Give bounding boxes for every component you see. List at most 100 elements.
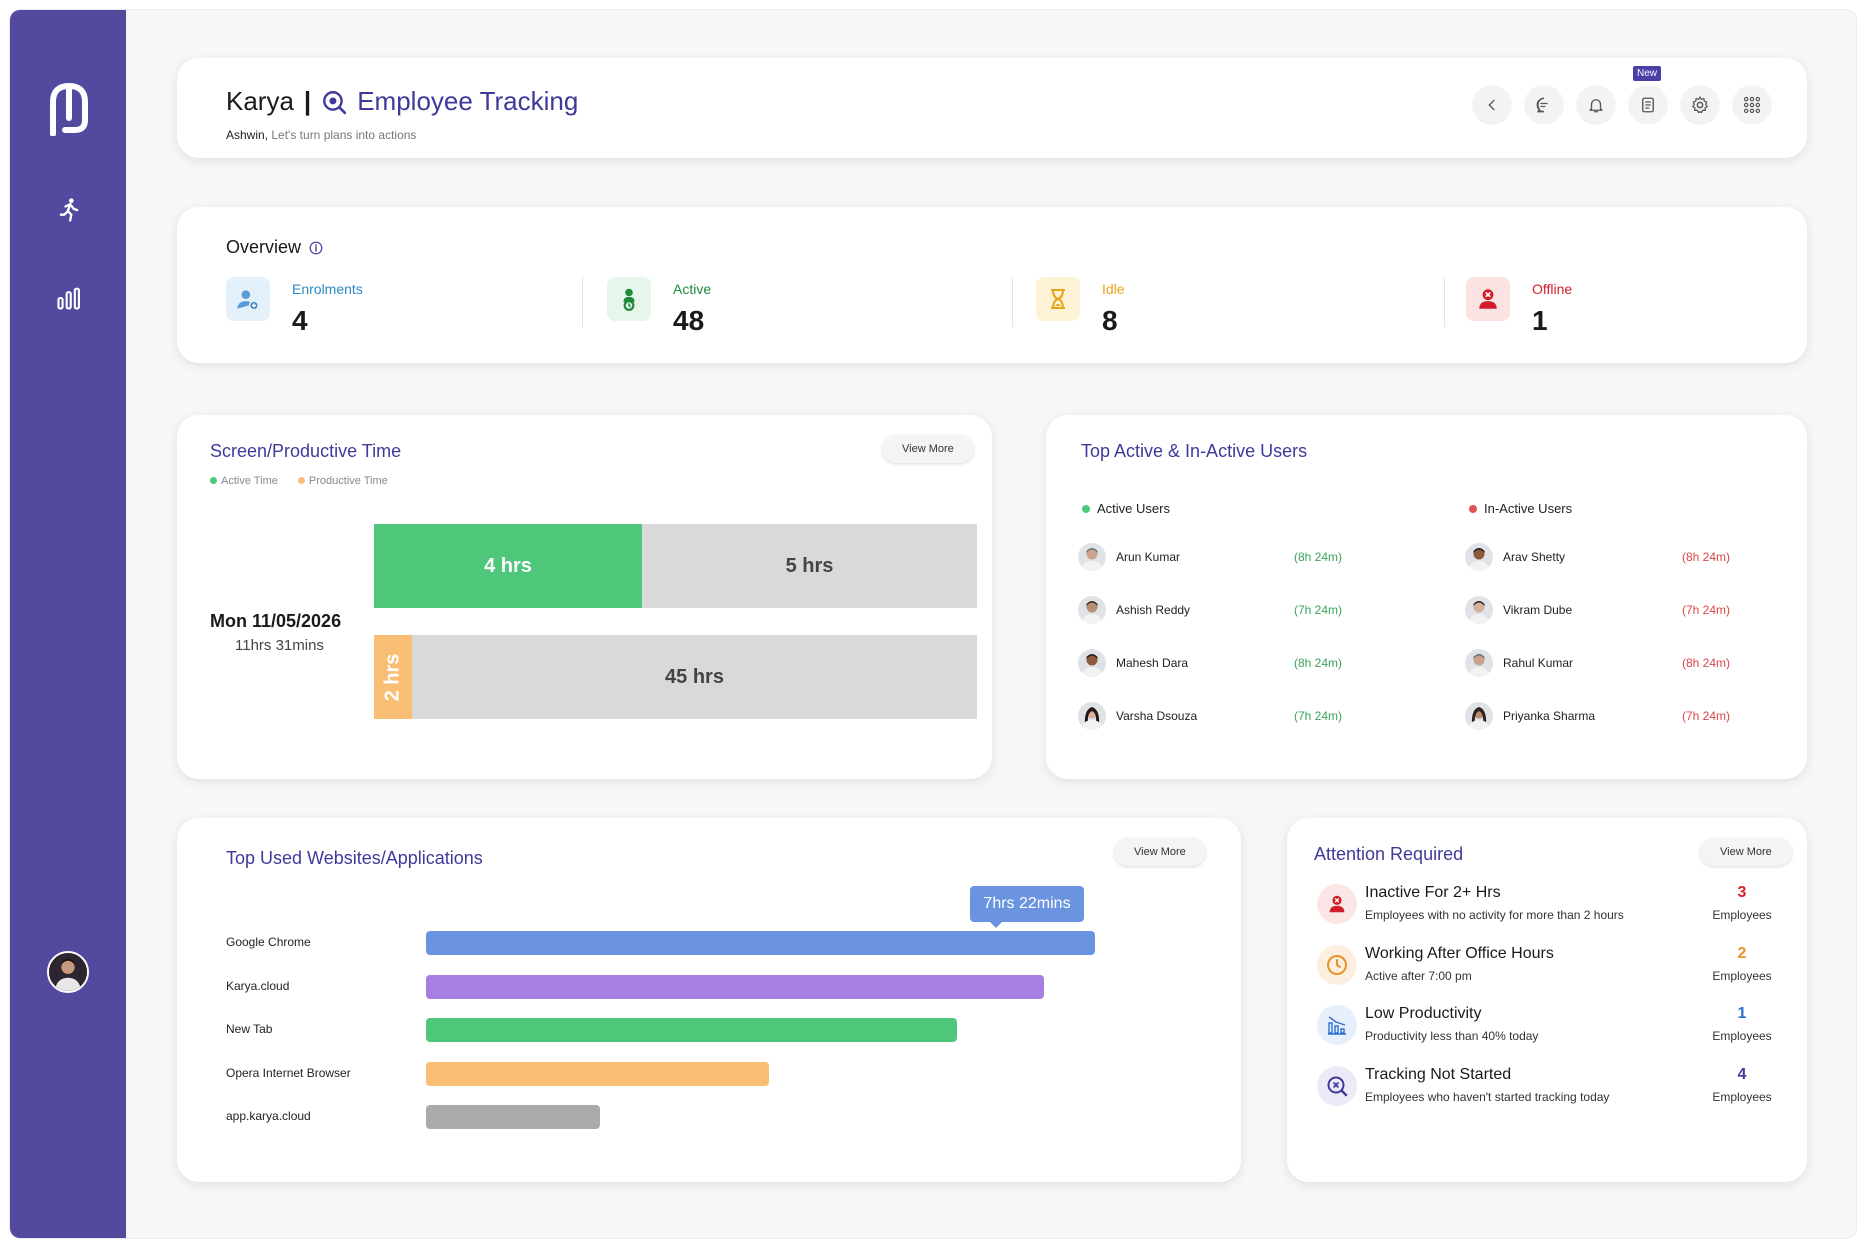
stat-value: 1 xyxy=(1532,305,1548,336)
user-time: (8h 24m) xyxy=(1682,550,1731,564)
user-row[interactable]: Arav Shetty xyxy=(1465,543,1565,571)
stat-label: Enrolments xyxy=(292,281,363,297)
stat-value: 4 xyxy=(292,305,308,336)
active-time-bar[interactable]: 4 hrs xyxy=(374,524,642,608)
title-separator: | xyxy=(303,86,312,116)
user-row[interactable]: Varsha Dsouza xyxy=(1078,702,1197,730)
website-label: Opera Internet Browser xyxy=(226,1065,351,1080)
stat-label: Offline xyxy=(1532,281,1573,297)
user-avatar xyxy=(1465,543,1493,571)
divider xyxy=(1012,277,1013,327)
chevron-left-icon xyxy=(1488,99,1495,111)
search-x-icon xyxy=(1317,1065,1357,1106)
bell-icon xyxy=(1589,99,1603,113)
notifications-button[interactable] xyxy=(1576,85,1616,125)
user-time: (8h 24m) xyxy=(1682,656,1731,670)
attention-item[interactable]: Tracking Not Started Employees who haven'… xyxy=(1317,1062,1787,1122)
attention-item-unit: Employees xyxy=(1712,1029,1772,1043)
view-more-button[interactable]: View More xyxy=(1700,838,1792,866)
red-dot xyxy=(1469,504,1477,513)
page-header: Karya | Employee Tracking Ashwin, Let's … xyxy=(177,58,1807,158)
chart-legend: Active Time Productive Time xyxy=(210,475,388,487)
module-name: Employee Tracking xyxy=(357,86,579,116)
chart-date: Mon 11/05/2026 xyxy=(210,611,342,631)
active-users-heading: Active Users xyxy=(1082,501,1170,516)
view-more-button[interactable]: View More xyxy=(882,435,974,463)
bar-label: 45 hrs xyxy=(665,665,724,688)
documents-button[interactable] xyxy=(1628,85,1668,125)
divider xyxy=(582,277,583,327)
attention-item-count: 4 xyxy=(1737,1065,1747,1083)
website-bar[interactable] xyxy=(426,1105,600,1129)
attention-item-desc: Productivity less than 40% today xyxy=(1365,1029,1539,1043)
attention-item-desc: Active after 7:00 pm xyxy=(1365,968,1472,983)
user-time: (8h 24m) xyxy=(1294,656,1343,670)
user-time: (7h 24m) xyxy=(1294,709,1343,723)
user-name: Priyanka Sharma xyxy=(1503,709,1596,723)
user-row[interactable]: Ashish Reddy xyxy=(1078,596,1190,624)
user-avatar xyxy=(1078,649,1106,677)
website-bar[interactable] xyxy=(426,1061,769,1086)
user-avatar xyxy=(1465,649,1493,677)
user-row[interactable]: Vikram Dube xyxy=(1465,596,1572,624)
attention-item-unit: Employees xyxy=(1712,1089,1772,1104)
website-label: New Tab xyxy=(226,1022,273,1036)
new-badge: New xyxy=(1633,66,1662,81)
website-bar[interactable] xyxy=(426,974,1044,999)
attention-item[interactable]: Low Productivity Productivity less than 4… xyxy=(1317,1001,1787,1061)
attention-item[interactable]: Working After Office Hours Active after 7… xyxy=(1317,941,1787,1001)
websites-title: Top Used Websites/Applications xyxy=(226,848,483,868)
remaining-time-bar[interactable]: 5 hrs xyxy=(642,524,977,608)
website-label: Karya.cloud xyxy=(226,978,290,993)
user-avatar xyxy=(1465,702,1493,730)
user-x-icon xyxy=(1317,884,1357,924)
stat-value: 8 xyxy=(1102,305,1118,336)
settings-button[interactable] xyxy=(1680,85,1720,125)
productive-time-bar[interactable]: 2 hrs xyxy=(374,635,412,719)
apps-grid-button[interactable] xyxy=(1732,85,1772,125)
back-button[interactable] xyxy=(1472,85,1512,125)
view-more-button[interactable]: View More xyxy=(1114,838,1206,866)
website-bar[interactable] xyxy=(426,931,1095,955)
stat-label: Idle xyxy=(1102,281,1125,297)
user-row[interactable]: Priyanka Sharma xyxy=(1465,702,1595,730)
chat-bubble-icon xyxy=(1536,97,1548,113)
clock-icon xyxy=(1317,944,1357,985)
user-name: Arun Kumar xyxy=(1116,550,1181,564)
user-time: (7h 24m) xyxy=(1294,603,1343,617)
websites-card: Top Used Websites/Applications View More… xyxy=(177,818,1241,1182)
user-greeting-name: Ashwin, xyxy=(226,128,269,142)
offline-user-icon xyxy=(1466,277,1510,321)
overview-title: Overview xyxy=(226,237,323,258)
attention-item[interactable]: Inactive For 2+ Hrs Employees with no act… xyxy=(1317,880,1787,940)
running-person-icon[interactable] xyxy=(55,196,83,224)
attention-item-desc: Employees who haven't started tracking t… xyxy=(1365,1089,1610,1104)
user-time: (7h 24m) xyxy=(1682,709,1731,723)
website-label: app.karya.cloud xyxy=(226,1109,311,1123)
bar-tooltip: 7hrs 22mins xyxy=(970,886,1084,928)
grid-dots-icon xyxy=(1743,96,1761,114)
active-users-label: Active Users xyxy=(1097,501,1170,516)
app-name: Karya xyxy=(226,86,294,116)
user-row[interactable]: Arun Kumar xyxy=(1078,543,1180,571)
user-name: Vikram Dube xyxy=(1503,603,1573,617)
user-time: (8h 24m) xyxy=(1294,550,1343,564)
tracking-target-icon xyxy=(323,90,347,114)
overview-card: Overview Enrolments 4 Active 48 Idle 8 O… xyxy=(177,207,1807,363)
user-row[interactable]: Rahul Kumar xyxy=(1465,649,1573,677)
bar-chart-icon[interactable] xyxy=(55,284,83,312)
hourglass-icon xyxy=(1036,277,1080,321)
green-dot xyxy=(1082,504,1090,513)
app-window: Karya | Employee Tracking Ashwin, Let's … xyxy=(10,10,1856,1238)
user-avatar[interactable] xyxy=(47,951,89,993)
website-bar[interactable] xyxy=(426,1018,957,1042)
document-icon xyxy=(1642,97,1654,113)
info-icon[interactable] xyxy=(309,241,323,255)
screen-time-card: Screen/Productive Time View More Active … xyxy=(177,415,992,779)
user-avatar xyxy=(1465,596,1493,624)
chat-button[interactable] xyxy=(1524,85,1564,125)
karya-logo[interactable] xyxy=(47,80,91,136)
remaining-productive-bar[interactable]: 45 hrs xyxy=(412,635,977,719)
total-duration: 11hrs 31mins xyxy=(235,637,324,654)
user-row[interactable]: Mahesh Dara xyxy=(1078,649,1188,677)
